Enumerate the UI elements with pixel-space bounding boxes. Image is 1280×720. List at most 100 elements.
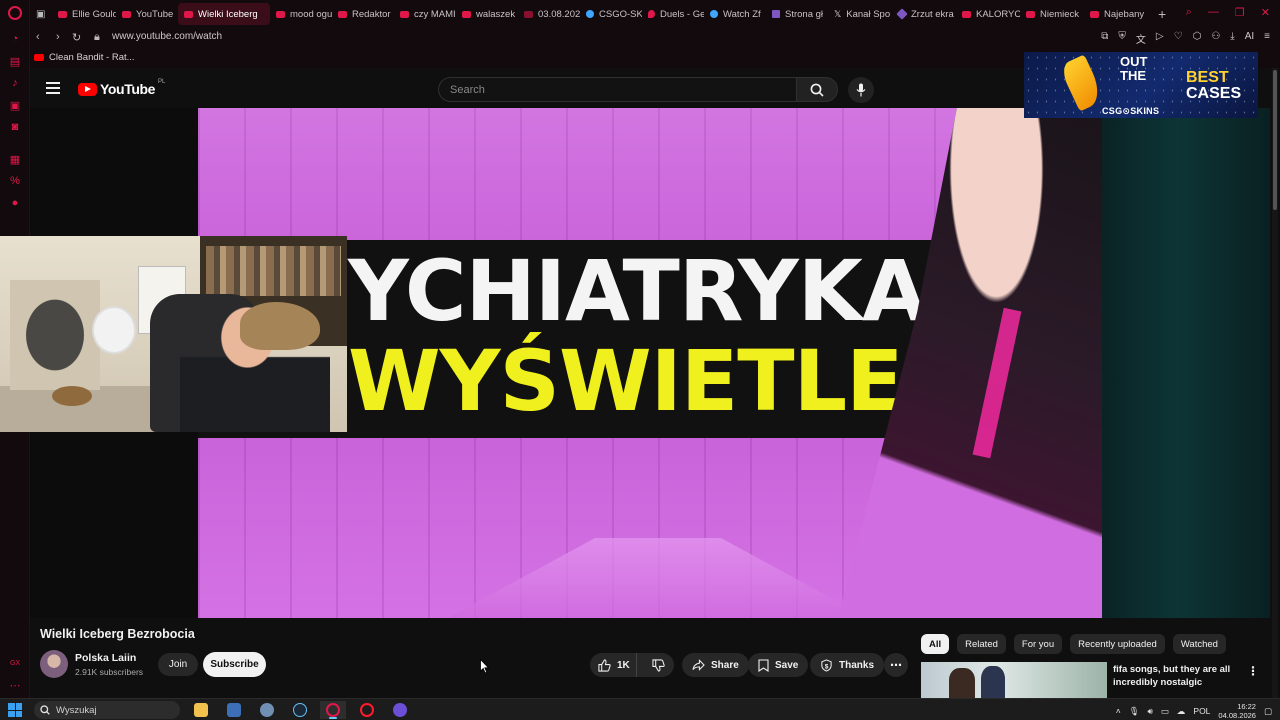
app-icon-blue[interactable] <box>221 701 247 719</box>
voice-search-button[interactable] <box>848 77 874 103</box>
back-icon[interactable]: ‹ <box>36 31 40 43</box>
windows-taskbar: Wyszukaj ˄ 🎙︎ 🔊︎ ▭ ☁ POL 16:22 04.08.202… <box>0 698 1280 720</box>
instagram-icon[interactable]: ◙ <box>8 120 22 134</box>
volume-icon[interactable]: 🔊︎ <box>1148 706 1153 717</box>
twitch-icon[interactable]: ▦ <box>8 152 22 166</box>
gx-bottom-icon[interactable]: GX <box>8 656 22 670</box>
join-button[interactable]: Join <box>158 653 198 676</box>
aria-ai-button[interactable]: AI <box>1245 31 1254 46</box>
recommendation-chips: All Related For you Recently uploaded Wa… <box>921 634 1226 654</box>
settings-icon[interactable] <box>254 701 280 719</box>
recommendation-title[interactable]: fifa songs, but they are all incredibly … <box>1113 663 1243 689</box>
clock[interactable]: 16:22 04.08.2026 <box>1218 702 1256 720</box>
dislike-button[interactable] <box>643 653 674 677</box>
page-scrollbar[interactable] <box>1272 68 1278 698</box>
guide-menu-icon[interactable] <box>46 82 60 94</box>
language-indicator[interactable]: POL <box>1193 706 1210 716</box>
close-icon[interactable]: ✕ <box>1261 6 1270 19</box>
tab-4[interactable]: Redaktor <box>332 3 394 25</box>
snapshot-icon[interactable]: ⧉ <box>1101 31 1108 46</box>
taskbar-search[interactable]: Wyszukaj <box>34 701 180 719</box>
messenger-icon[interactable]: ▣ <box>8 98 22 112</box>
chip-related[interactable]: Related <box>957 634 1006 654</box>
tab-16[interactable]: Najebany <box>1084 3 1150 25</box>
search-button[interactable] <box>796 77 838 102</box>
thumbs-down-icon <box>652 658 665 672</box>
heart-icon[interactable]: ♡ <box>1174 31 1183 46</box>
record-icon[interactable]: ● <box>8 196 22 210</box>
extensions-icon[interactable]: ⬡ <box>1193 31 1202 46</box>
tab-7[interactable]: 03.08.202 <box>518 3 580 25</box>
recommendation-thumbnail[interactable] <box>921 662 1107 698</box>
player-icon[interactable]: ▷ <box>1156 31 1164 46</box>
youtube-logo[interactable]: YouTube PL <box>78 79 165 97</box>
tab-6[interactable]: walaszek <box>456 3 518 25</box>
tab-0[interactable]: Ellie Gould <box>52 3 116 25</box>
player-icon[interactable]: ♪ <box>8 76 22 90</box>
app-icon-purple[interactable] <box>387 701 413 719</box>
download-icon[interactable]: ⤓ <box>1230 31 1234 46</box>
chevron-up-icon[interactable]: ˄ <box>1116 706 1121 716</box>
percent-icon[interactable]: % <box>8 174 22 188</box>
chip-all[interactable]: All <box>921 634 950 654</box>
notifications-icon[interactable]: ▢ <box>1264 706 1272 717</box>
tab-13[interactable]: Zrzut ekra <box>892 3 956 25</box>
reload-icon[interactable]: ↻ <box>72 31 81 44</box>
opera-gx-taskbar-icon[interactable] <box>320 701 346 719</box>
menu-icon[interactable]: ≡ <box>1264 31 1270 46</box>
opera-taskbar-icon[interactable] <box>354 701 380 719</box>
chip-for-you[interactable]: For you <box>1013 634 1063 654</box>
tab-5[interactable]: czy MAMI <box>394 3 456 25</box>
tab-2-active[interactable]: Wielki Iceberg <box>178 3 270 25</box>
tab-1[interactable]: YouTube <box>116 3 178 25</box>
pen-icon <box>896 8 908 20</box>
file-explorer-icon[interactable] <box>188 701 214 719</box>
tab-8[interactable]: CSGO-SK <box>580 3 642 25</box>
translate-icon[interactable]: 文 <box>1136 31 1146 46</box>
tab-12[interactable]: 𝕏 Kanał Spo <box>828 3 892 25</box>
gx-corner-icon[interactable]: ▤ <box>8 54 22 68</box>
tab-9[interactable]: Duels - Ge <box>642 3 704 25</box>
save-button[interactable]: Save <box>748 653 809 677</box>
tab-workspaces[interactable]: ▣ <box>30 3 52 25</box>
tab-11[interactable]: Strona gł <box>766 3 828 25</box>
search-tabs-icon[interactable]: ⌕ <box>1186 6 1192 19</box>
tab-14[interactable]: KALORYC <box>956 3 1020 25</box>
bookmark-item[interactable]: Clean Bandit - Rat... <box>34 52 135 63</box>
display-icon[interactable]: ▭ <box>1161 706 1169 717</box>
new-tab-button[interactable]: + <box>1150 6 1174 22</box>
shield-icon[interactable]: ⛨ <box>1118 31 1126 46</box>
network-icon[interactable]: ☁ <box>1177 706 1186 717</box>
windows-start-icon[interactable] <box>8 703 22 717</box>
profile-icon[interactable]: ⚇ <box>1211 31 1220 46</box>
minimize-icon[interactable]: — <box>1208 6 1219 19</box>
channel-avatar[interactable] <box>40 650 68 678</box>
gx-control-icon[interactable]: ◔ <box>8 32 22 46</box>
url-field[interactable]: www.youtube.com/watch <box>112 31 222 42</box>
share-button[interactable]: Share <box>682 653 749 677</box>
svg-text:$: $ <box>825 663 829 670</box>
chip-recently-uploaded[interactable]: Recently uploaded <box>1070 634 1165 654</box>
recommendation-menu-icon[interactable]: ⋮ <box>1247 664 1259 678</box>
ad-brand: CSG⊙SKINS <box>1102 106 1160 116</box>
more-dots-icon[interactable]: ⋯ <box>8 678 22 692</box>
forward-icon[interactable]: › <box>56 31 60 43</box>
steam-icon[interactable] <box>287 701 313 719</box>
subscribe-button[interactable]: Subscribe <box>203 652 266 677</box>
chip-watched[interactable]: Watched <box>1172 634 1226 654</box>
microphone-icon[interactable]: 🎙︎ <box>1129 706 1140 717</box>
like-button[interactable]: 1K <box>590 653 637 677</box>
tab-15[interactable]: Niemieck <box>1020 3 1084 25</box>
more-actions-button[interactable]: ⋯ <box>884 653 908 677</box>
tab-3[interactable]: mood ogu <box>270 3 332 25</box>
tab-10[interactable]: Watch Zf <box>704 3 766 25</box>
scrollbar-thumb[interactable] <box>1273 70 1277 210</box>
video-title: Wielki Iceberg Bezrobocia <box>40 627 195 641</box>
search-input[interactable] <box>439 78 796 101</box>
maximize-icon[interactable]: ❐ <box>1235 6 1245 19</box>
channel-name[interactable]: Polska Laiin <box>75 652 136 664</box>
ad-banner[interactable]: OUT THE BEST CASES CSG⊙SKINS <box>1024 52 1258 118</box>
thanks-button[interactable]: $ Thanks <box>810 653 885 677</box>
youtube-icon <box>276 10 285 18</box>
opera-gx-logo[interactable] <box>8 6 22 20</box>
